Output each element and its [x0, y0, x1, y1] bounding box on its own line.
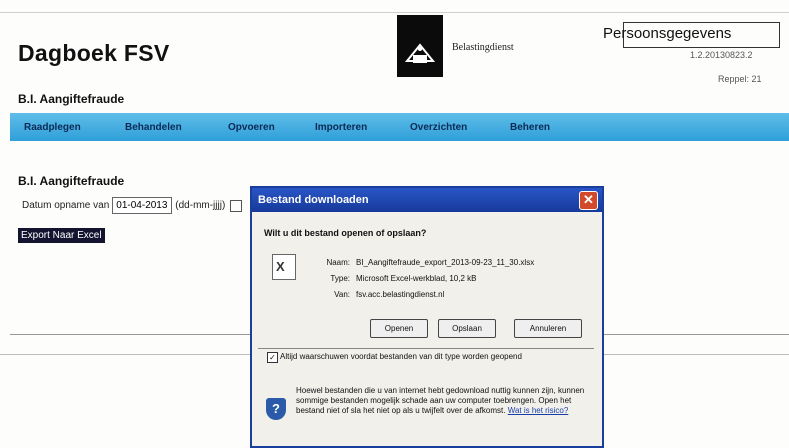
logo-text: Belastingdienst	[452, 42, 514, 53]
divider	[600, 334, 789, 335]
menu-raadplegen[interactable]: Raadplegen	[24, 122, 81, 133]
warning-text: Hoewel bestanden die u van internet hebt…	[296, 386, 588, 416]
menu-overzichten[interactable]: Overzichten	[410, 122, 467, 133]
dialog-titlebar: Bestand downloaden ✕	[252, 188, 602, 212]
scan-line	[0, 12, 789, 13]
divider	[10, 334, 250, 335]
open-button[interactable]: Openen	[370, 319, 428, 338]
always-warn-checkbox[interactable]: ✓	[267, 352, 278, 363]
date-label: Datum opname van	[22, 200, 110, 211]
file-type: Microsoft Excel-werkblad, 10,2 kB	[356, 274, 477, 283]
menu-behandelen[interactable]: Behandelen	[125, 122, 182, 133]
save-button[interactable]: Opslaan	[438, 319, 496, 338]
date-filter-row: Datum opname van (dd-mm-jjjj)	[22, 197, 243, 214]
dialog-question: Wilt u dit bestand openen of opslaan?	[264, 228, 427, 238]
page-subtitle: B.I. Aangiftefraude	[18, 92, 125, 106]
from-label: Van:	[334, 290, 350, 299]
belastingdienst-logo	[397, 15, 443, 77]
cancel-button[interactable]: Annuleren	[514, 319, 582, 338]
file-name: BI_Aangiftefraude_export_2013-09-23_11_3…	[356, 258, 535, 267]
version-number: 1.2.20130823.2	[690, 50, 753, 60]
main-menu: Raadplegen Behandelen Opvoeren Importere…	[10, 113, 789, 141]
date-format-hint: (dd-mm-jjjj)	[175, 200, 226, 211]
always-warn-label: Altijd waarschuwen voordat bestanden van…	[280, 352, 522, 361]
name-label: Naam:	[326, 258, 350, 267]
dialog-separator	[258, 348, 594, 349]
divider	[600, 354, 789, 355]
risk-link[interactable]: Wat is het risico?	[508, 406, 569, 415]
type-label: Type:	[330, 274, 350, 283]
divider	[0, 354, 250, 355]
menu-beheren[interactable]: Beheren	[510, 122, 550, 133]
dialog-title: Bestand downloaden	[258, 194, 369, 206]
section-title: B.I. Aangiftefraude	[18, 174, 125, 188]
menu-opvoeren[interactable]: Opvoeren	[228, 122, 275, 133]
file-source: fsv.acc.belastingdienst.nl	[356, 290, 445, 299]
download-dialog: Bestand downloaden ✕ Wilt u dit bestand …	[250, 186, 604, 448]
menu-importeren[interactable]: Importeren	[315, 122, 367, 133]
calendar-icon[interactable]	[230, 199, 243, 212]
export-excel-button[interactable]: Export Naar Excel	[18, 228, 105, 243]
poll-counter: Reppel: 21	[718, 74, 762, 84]
persoonsgegevens-label: Persoonsgegevens	[603, 25, 732, 42]
app-title: Dagboek FSV	[18, 40, 170, 66]
close-icon[interactable]: ✕	[579, 191, 598, 210]
shield-icon: ?	[266, 398, 286, 420]
date-input[interactable]	[112, 197, 173, 214]
